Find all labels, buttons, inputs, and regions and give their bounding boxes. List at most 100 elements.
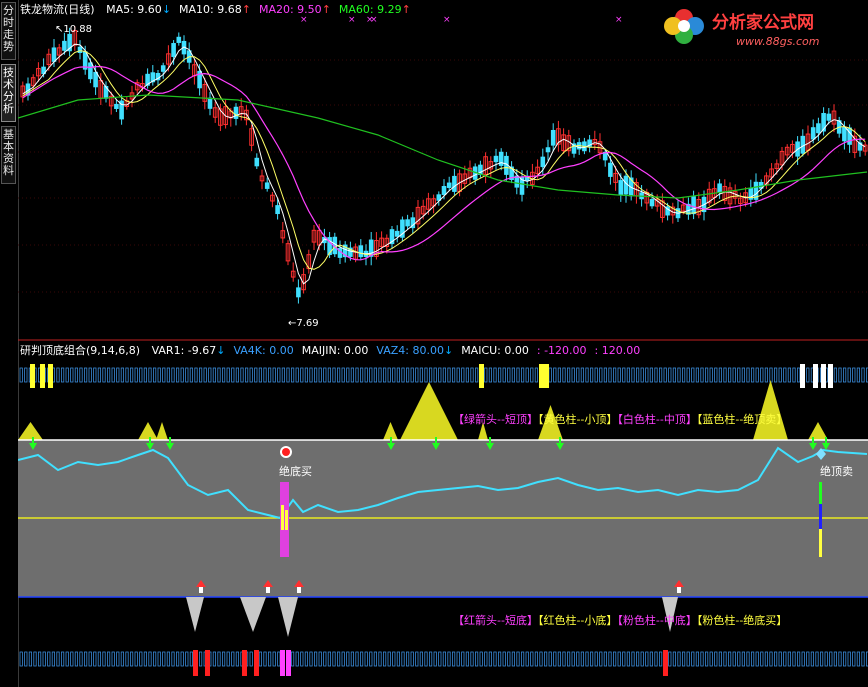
bottom-valley-1 [240, 597, 266, 632]
top-tick-row-tick [580, 367, 585, 383]
red-arrow-shaft-0 [199, 587, 203, 593]
bottom-tick-row-tick [461, 651, 465, 667]
bottom-tick-row-tick [792, 651, 796, 667]
bottom-tick-row-tick [350, 651, 355, 667]
bottom-tick-row-tick [120, 651, 124, 667]
top-tick-row-tick [419, 367, 424, 383]
red-arrow-shaft-2 [297, 587, 301, 593]
bottom-tick-row-tick [700, 651, 704, 667]
bottom-tick-row-tick [852, 651, 856, 667]
top-tick-row-tick [484, 367, 488, 383]
candle-body [51, 47, 57, 62]
bottom-tick-row-tick [267, 651, 272, 667]
candle-body [93, 71, 98, 88]
high-price-label: ↖10.88 [55, 23, 92, 36]
top-tick-row-tick [520, 367, 525, 383]
top-tick-row-tick [649, 367, 654, 383]
bottom-tick-row-tick [139, 651, 143, 667]
bottom-tick-row-tick [401, 651, 405, 667]
top-tick-row-tick [856, 367, 861, 383]
top-tick-row-tick [258, 367, 262, 383]
bottom-tick-row-tick [263, 651, 267, 667]
top-signal-bar-0 [30, 364, 35, 388]
bottom-signal-legend: 【红箭头--短底】【红色柱--小底】【粉色柱--中底】【粉色柱--绝底买】 [453, 614, 787, 627]
bottom-tick-row-tick [847, 651, 851, 667]
top-marker-1: × [348, 15, 356, 25]
bottom-legend-item-1: 【红色柱--小底】 [537, 614, 618, 627]
bottom-tick-row-tick [447, 651, 451, 667]
green-arrow-shaft-4 [435, 437, 437, 443]
bottom-tick-row-tick [484, 651, 488, 667]
top-tick-row-tick [143, 367, 147, 383]
top-tick-row-tick [267, 367, 272, 383]
low-price-label: ←7.69 [288, 317, 319, 330]
top-tick-row-tick [401, 367, 405, 383]
top-tick-row-tick [125, 367, 129, 383]
top-tick-row-tick [244, 367, 249, 383]
bottom-tick-row-tick [594, 651, 598, 667]
bottom-tick-row-tick [649, 651, 654, 667]
bottom-tick-row-tick [419, 651, 424, 667]
bottom-tick-row-tick [428, 651, 433, 667]
bottom-tick-row-tick [56, 651, 60, 667]
bottom-tick-row-tick [838, 651, 842, 667]
bottom-signal-bar-2 [242, 650, 247, 676]
top-signal-bar-8 [821, 364, 826, 388]
tab-technical-analysis[interactable]: 技术分析 [1, 64, 16, 122]
tab-intraday[interactable]: 分时走势 [1, 2, 16, 60]
bottom-tick-row-tick [567, 651, 571, 667]
top-tick-row-tick [677, 367, 681, 383]
bottom-tick-row-tick [166, 651, 170, 667]
bottom-tick-row-tick [130, 651, 134, 667]
top-tick-row-tick [447, 367, 451, 383]
top-mountain-2 [156, 422, 168, 440]
top-tick-row-tick [686, 367, 690, 383]
top-legend-item-2: 【白色柱--中顶】 [617, 413, 697, 426]
bottom-tick-row-tick [249, 651, 253, 667]
candle-body [233, 106, 239, 119]
candle-body [275, 205, 280, 215]
top-tick-row-tick [626, 367, 631, 383]
top-tick-row-tick [530, 367, 534, 383]
bottom-tick-row-tick [318, 651, 322, 667]
bottom-tick-row-tick [405, 651, 410, 667]
top-signal-bar-4 [539, 364, 544, 388]
top-tick-row-tick [254, 367, 258, 383]
top-tick-row-tick [838, 367, 842, 383]
top-tick-row-tick [231, 367, 235, 383]
candle-body [550, 129, 556, 146]
top-signal-bar-9 [828, 364, 833, 388]
top-tick-row-tick [336, 367, 341, 383]
top-signal-bar-7 [813, 364, 818, 388]
ma-indicator-3: MA60: 9.29 [338, 3, 402, 16]
bottom-tick-row-tick [341, 651, 345, 667]
bottom-tick-row-tick [304, 651, 309, 667]
top-tick-row-tick [764, 367, 769, 383]
bottom-tick-row-tick [355, 651, 359, 667]
bottom-signal-bar-5 [286, 650, 291, 676]
top-tick-row-tick [93, 367, 97, 383]
bottom-tick-row-tick [737, 651, 741, 667]
bottom-tick-row-tick [28, 651, 32, 667]
top-tick-row-tick [396, 367, 401, 383]
bottom-tick-row-tick [820, 651, 824, 667]
top-tick-row-tick [323, 367, 327, 383]
candle-body [649, 199, 655, 207]
top-tick-row-tick [341, 367, 345, 383]
bottom-tick-row-tick [691, 651, 695, 667]
top-tick-row-tick [465, 367, 470, 383]
bottom-tick-row-tick [74, 651, 79, 667]
bottom-tick-row-tick [732, 651, 736, 667]
bottom-tick-row-tick [433, 651, 437, 667]
tab-fundamentals[interactable]: 基本资料 [1, 126, 16, 184]
candle-body [842, 126, 847, 142]
bottom-tick-row-tick [111, 651, 115, 667]
logo-name: 分析家公式网 [712, 12, 814, 33]
bottom-tick-row-tick [488, 651, 493, 667]
candle-body [171, 43, 176, 57]
top-tick-row-tick [70, 367, 74, 383]
bottom-tick-row-tick [364, 651, 368, 667]
top-tick-row-tick [217, 367, 221, 383]
top-tick-row-tick [774, 367, 778, 383]
bottom-tick-row-tick [631, 651, 635, 667]
